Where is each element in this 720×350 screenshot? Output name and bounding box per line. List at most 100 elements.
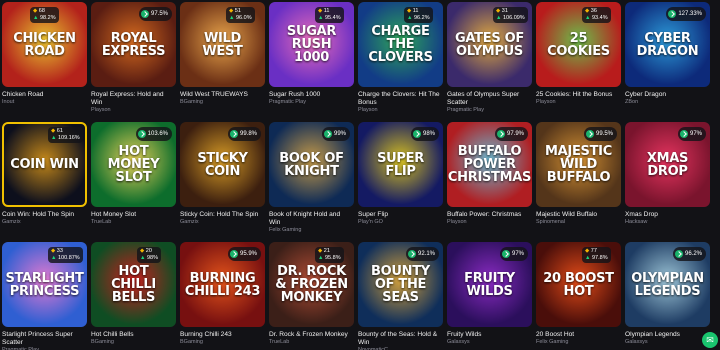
game-provider: Playson <box>536 99 556 105</box>
game-thumbnail[interactable]: Hot Chilli Bells ◆ 20 ▲ 98% <box>91 242 176 327</box>
game-card[interactable]: Olympian Legends 96.2% Olympian Legends Gal… <box>625 242 710 350</box>
game-thumbnail[interactable]: Wild West ◆ 51 ▲ 96.0% <box>180 2 265 87</box>
game-title[interactable]: Olympian Legends <box>625 331 710 339</box>
game-card[interactable]: Hot Money Slot 103.6% Hot Money Slot TrueLa… <box>91 122 176 242</box>
game-card[interactable]: Sugar Rush 1000 ◆ 11 ▲ 95.4% Sugar Rush 100… <box>269 2 354 122</box>
game-thumbnail[interactable]: Coin Win ◆ 61 ▲ 109.16% <box>2 122 87 207</box>
game-title[interactable]: Hot Money Slot <box>91 211 176 219</box>
game-card[interactable]: Book of Knight 99% Book of Knight Hold and… <box>269 122 354 242</box>
rtp-value: 97% <box>511 251 524 257</box>
game-card[interactable]: Chicken Road ◆ 68 ▲ 98.2% Chicken Road Inout <box>2 2 87 122</box>
game-title[interactable]: Sticky Coin: Hold The Spin <box>180 211 265 219</box>
game-title[interactable]: Starlight Princess Super Scatter <box>2 331 87 347</box>
game-card[interactable]: Coin Win ◆ 61 ▲ 109.16% Coin Win: Hold The … <box>2 122 87 242</box>
game-title[interactable]: Majestic Wild Buffalo <box>536 211 621 219</box>
game-title[interactable]: 20 Boost Hot <box>536 331 621 339</box>
game-thumbnail[interactable]: Sticky Coin 99.8% <box>180 122 265 207</box>
rtp-value: 92.1% <box>417 251 435 257</box>
game-provider: Playson <box>447 219 467 225</box>
game-thumbnail[interactable]: Cyber Dragon 127.33% <box>625 2 710 87</box>
game-art-title: Olympian Legends <box>631 270 704 299</box>
game-card[interactable]: Burning Chilli 243 95.9% Burning Chilli 24… <box>180 242 265 350</box>
game-thumbnail[interactable]: Fruity Wilds 97% <box>447 242 532 327</box>
game-thumbnail[interactable]: Dr. Rock & Frozen Monkey ◆ 21 ▲ 95.8% <box>269 242 354 327</box>
game-title[interactable]: Coin Win: Hold The Spin <box>2 211 87 219</box>
chat-button[interactable]: ✉ <box>702 332 718 348</box>
game-title[interactable]: Wild West TRUEWAYS <box>180 91 265 99</box>
game-provider: Spinomenal <box>536 219 566 225</box>
game-title[interactable]: Bounty of the Seas: Hold & Win <box>358 331 443 347</box>
game-card[interactable]: 25 Cookies ◆ 36 ▲ 93.4% 25 Cookies: Hit the… <box>536 2 621 122</box>
game-card[interactable]: Super Flip 98% Super Flip Play'n GO <box>358 122 443 242</box>
game-thumbnail[interactable]: Super Flip 98% <box>358 122 443 207</box>
game-card[interactable]: Majestic Wild Buffalo 99.5% Majestic Wild … <box>536 122 621 242</box>
game-title[interactable]: Book of Knight Hold and Win <box>269 211 354 227</box>
game-card[interactable]: Bounty of the Seas 92.1% Bounty of the Sea… <box>358 242 443 350</box>
players-count: 51 <box>234 8 241 14</box>
game-title[interactable]: Dr. Rock & Frozen Monkey <box>269 331 354 339</box>
game-title[interactable]: Burning Chilli 243 <box>180 331 265 339</box>
game-title[interactable]: Super Flip <box>358 211 443 219</box>
check-icon <box>668 10 677 18</box>
game-title[interactable]: Buffalo Power: Christmas <box>447 211 532 219</box>
game-thumbnail[interactable]: Royal Express 97.5% <box>91 2 176 87</box>
game-art-title: Buffalo Power Christmas <box>447 144 532 185</box>
game-card[interactable]: 20 Boost Hot ◆ 77 ▲ 97.8% 20 Boost Hot Felix… <box>536 242 621 350</box>
game-card[interactable]: Gates of Olympus ◆ 31 ▲ 106.09% Gates of Ol… <box>447 2 532 122</box>
rtp-badge: 97% <box>499 247 528 261</box>
game-thumbnail[interactable]: Charge the Clovers ◆ 11 ▲ 96.2% <box>358 2 443 87</box>
game-thumbnail[interactable]: 25 Cookies ◆ 36 ▲ 93.4% <box>536 2 621 87</box>
game-title[interactable]: Royal Express: Hold and Win <box>91 91 176 107</box>
game-thumbnail[interactable]: Starlight Princess ◆ 33 ▲ 100.87% <box>2 242 87 327</box>
game-art-title: Wild West <box>202 30 243 59</box>
game-thumbnail[interactable]: Majestic Wild Buffalo 99.5% <box>536 122 621 207</box>
rtp-value: 99% <box>333 131 346 137</box>
game-thumbnail[interactable]: Buffalo Power Christmas 97.9% <box>447 122 532 207</box>
rtp-value: 99.5% <box>595 131 613 137</box>
game-card[interactable]: Royal Express 97.5% Royal Express: Hold an… <box>91 2 176 122</box>
game-card[interactable]: Starlight Princess ◆ 33 ▲ 100.87% Starlight… <box>2 242 87 350</box>
game-thumbnail[interactable]: Sugar Rush 1000 ◆ 11 ▲ 95.4% <box>269 2 354 87</box>
players-icon: ◆ <box>229 8 234 14</box>
check-icon <box>501 250 510 258</box>
game-card[interactable]: Wild West ◆ 51 ▲ 96.0% Wild West TRUEWAYS BG… <box>180 2 265 122</box>
game-title[interactable]: Xmas Drop <box>625 211 710 219</box>
game-thumbnail[interactable]: 20 Boost Hot ◆ 77 ▲ 97.8% <box>536 242 621 327</box>
players-icon: ◆ <box>33 8 38 14</box>
game-thumbnail[interactable]: Xmas Drop 97% <box>625 122 710 207</box>
check-icon <box>229 130 238 138</box>
game-thumbnail[interactable]: Burning Chilli 243 95.9% <box>180 242 265 327</box>
game-thumbnail[interactable]: Chicken Road ◆ 68 ▲ 98.2% <box>2 2 87 87</box>
game-art-title: Starlight Princess <box>5 270 84 299</box>
game-thumbnail[interactable]: Olympian Legends 96.2% <box>625 242 710 327</box>
game-stats-badge: ◆ 77 ▲ 97.8% <box>582 247 611 263</box>
game-card[interactable]: Sticky Coin 99.8% Sticky Coin: Hold The Sp… <box>180 122 265 242</box>
game-card[interactable]: Dr. Rock & Frozen Monkey ◆ 21 ▲ 95.8% Dr. R… <box>269 242 354 350</box>
game-thumbnail[interactable]: Book of Knight 99% <box>269 122 354 207</box>
players-count: 61 <box>56 128 63 134</box>
rtp-badge: 96.2% <box>672 247 706 261</box>
rtp-badge: 97.9% <box>494 127 528 141</box>
check-icon <box>140 10 149 18</box>
game-title[interactable]: Gates of Olympus Super Scatter <box>447 91 532 107</box>
game-card[interactable]: Xmas Drop 97% Xmas Drop Hacksaw <box>625 122 710 242</box>
check-icon <box>585 130 594 138</box>
game-card[interactable]: Cyber Dragon 127.33% Cyber Dragon ZBon <box>625 2 710 122</box>
game-stats-badge: ◆ 36 ▲ 93.4% <box>582 7 611 23</box>
game-title[interactable]: Sugar Rush 1000 <box>269 91 354 99</box>
game-title[interactable]: 25 Cookies: Hit the Bonus <box>536 91 621 99</box>
game-card[interactable]: Fruity Wilds 97% Fruity Wilds Galaxsys <box>447 242 532 350</box>
game-title[interactable]: Fruity Wilds <box>447 331 532 339</box>
game-title[interactable]: Hot Chilli Bells <box>91 331 176 339</box>
game-thumbnail[interactable]: Hot Money Slot 103.6% <box>91 122 176 207</box>
game-title[interactable]: Charge the Clovers: Hit The Bonus <box>358 91 443 107</box>
game-art-title: Dr. Rock & Frozen Monkey <box>275 264 348 305</box>
game-card[interactable]: Charge the Clovers ◆ 11 ▲ 96.2% Charge the … <box>358 2 443 122</box>
game-title[interactable]: Chicken Road <box>2 91 87 99</box>
game-card[interactable]: Buffalo Power Christmas 97.9% Buffalo Powe… <box>447 122 532 242</box>
players-count: 20 <box>145 248 152 254</box>
game-thumbnail[interactable]: Gates of Olympus ◆ 31 ▲ 106.09% <box>447 2 532 87</box>
game-thumbnail[interactable]: Bounty of the Seas 92.1% <box>358 242 443 327</box>
game-title[interactable]: Cyber Dragon <box>625 91 710 99</box>
game-card[interactable]: Hot Chilli Bells ◆ 20 ▲ 98% Hot Chilli Bell… <box>91 242 176 350</box>
